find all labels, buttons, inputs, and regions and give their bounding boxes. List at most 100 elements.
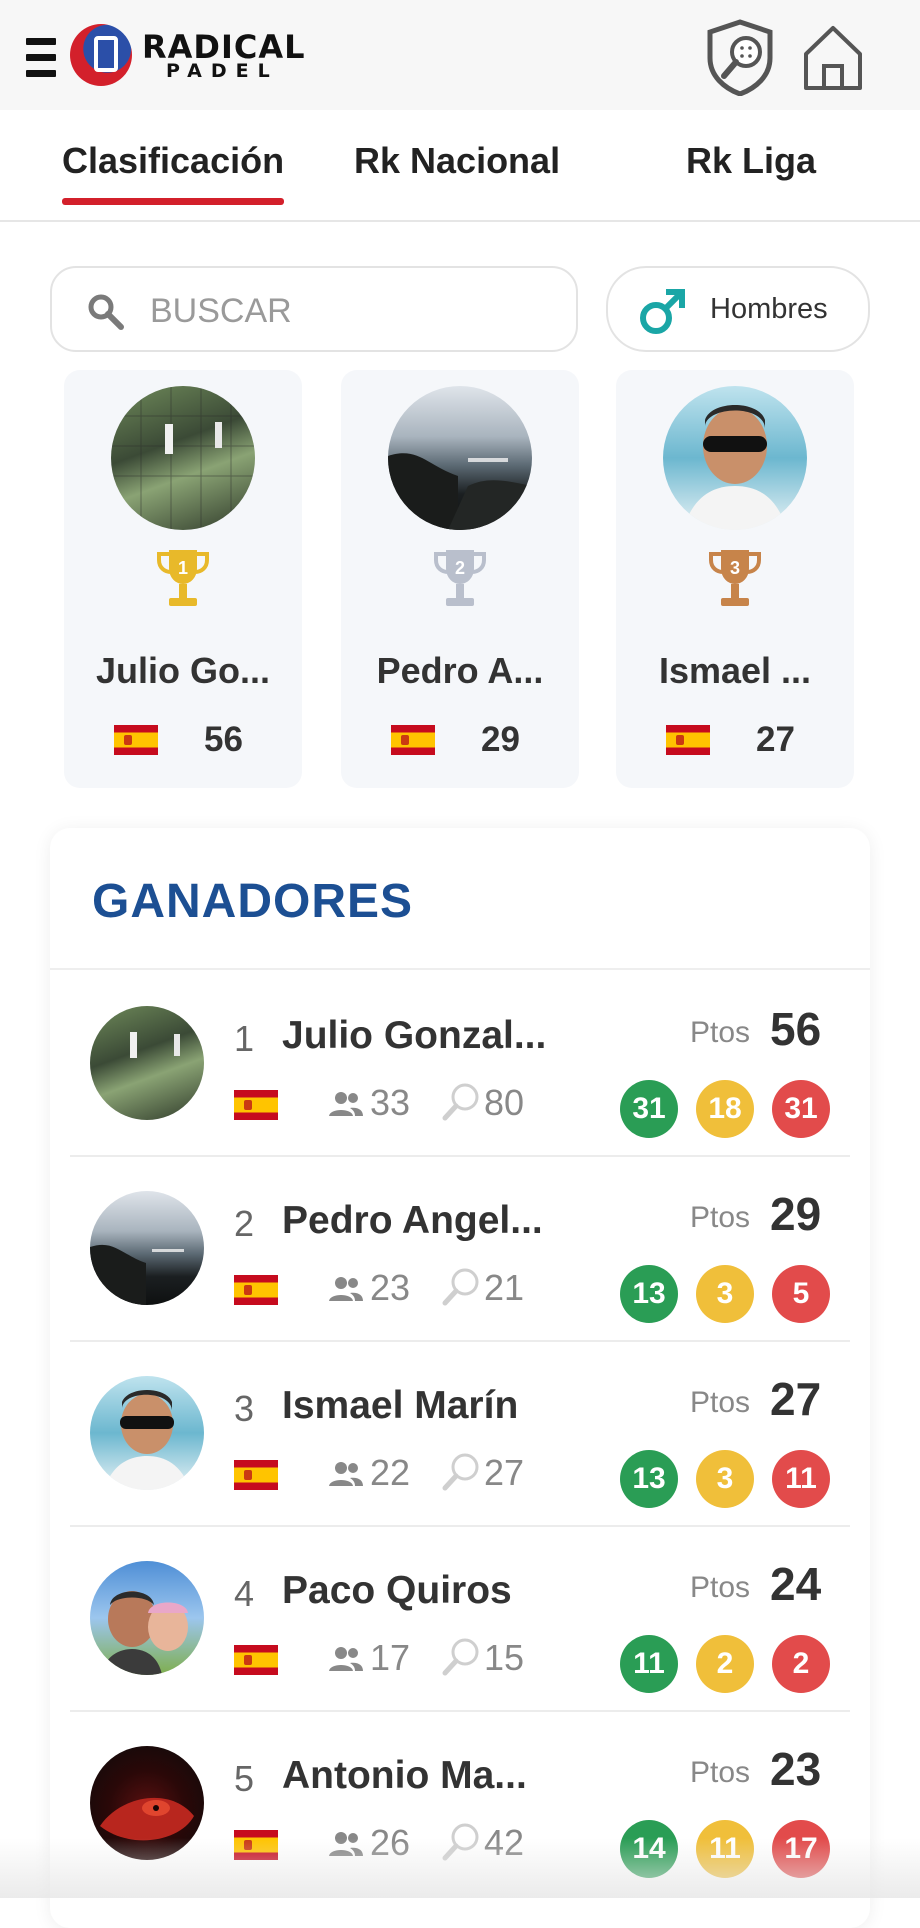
points-label: Ptos [690, 1756, 751, 1789]
home-icon[interactable] [800, 22, 866, 92]
player-name: Pedro Angel... [282, 1199, 543, 1242]
losses-badge: 11 [772, 1450, 830, 1508]
logo-subtitle: PADEL [166, 60, 279, 82]
podium-card-1[interactable]: 1 Julio Go... 56 [64, 370, 302, 788]
tab-rk-liga[interactable]: Rk Liga [686, 140, 816, 182]
people-icon [329, 1277, 363, 1301]
points-label: Ptos [690, 1571, 751, 1604]
search-icon [88, 294, 124, 330]
podium-name: Pedro A... [376, 650, 544, 691]
avatar [388, 386, 532, 530]
people-count: 22 [370, 1452, 411, 1493]
tab-clasificacion[interactable]: Clasificación [62, 140, 285, 205]
ranking-row-3[interactable]: 3 Ismael Marín 22 27 Ptos 27 13 3 11 [70, 1340, 850, 1524]
shield-racket-icon[interactable] [704, 18, 776, 96]
points-label: Ptos [690, 1016, 751, 1049]
people-icon [329, 1462, 363, 1486]
draws-badge: 3 [696, 1265, 754, 1323]
spain-flag-icon [234, 1275, 278, 1305]
people-icon [329, 1647, 363, 1671]
player-name: Antonio Ma... [282, 1754, 527, 1797]
points-value: 27 [770, 1373, 822, 1425]
divider [70, 1710, 850, 1712]
spain-flag-icon [391, 725, 435, 755]
ranking-row-4[interactable]: 4 Paco Quiros 17 15 Ptos 24 11 2 2 [70, 1525, 850, 1709]
menu-icon[interactable] [26, 38, 56, 82]
wins-badge: 31 [620, 1080, 678, 1138]
trophy-gold-icon: 1 [157, 550, 209, 606]
losses-badge: 2 [772, 1635, 830, 1693]
racket-icon [442, 1083, 479, 1121]
racket-icon [442, 1268, 479, 1306]
search-box [50, 266, 578, 352]
avatar [90, 1561, 204, 1675]
rank-number: 5 [234, 1758, 255, 1799]
rank-number: 3 [234, 1388, 255, 1429]
gender-label: Hombres [710, 293, 828, 325]
rank-number: 2 [234, 1203, 255, 1244]
matches-count: 15 [484, 1637, 525, 1678]
avatar [90, 1376, 204, 1490]
player-name: Paco Quiros [282, 1569, 512, 1612]
spain-flag-icon [234, 1460, 278, 1490]
divider [70, 1155, 850, 1157]
spain-flag-icon [114, 725, 158, 755]
people-count: 33 [370, 1082, 411, 1123]
svg-text:3: 3 [730, 558, 740, 578]
ranking-row-2[interactable]: 2 Pedro Angel... 23 21 Ptos 29 13 3 5 [70, 1155, 850, 1339]
avatar [90, 1191, 204, 1305]
podium-points: 56 [204, 720, 243, 759]
player-name: Ismael Marín [282, 1384, 519, 1427]
racket-icon [442, 1638, 479, 1676]
draws-badge: 18 [696, 1080, 754, 1138]
points-label: Ptos [690, 1386, 751, 1419]
points-label: Ptos [690, 1201, 751, 1234]
player-name: Julio Gonzal... [282, 1014, 547, 1057]
matches-count: 27 [484, 1452, 525, 1493]
ranking-row-1[interactable]: 1 Julio Gonzal... 33 80 Ptos 56 31 18 31 [70, 970, 850, 1154]
winners-title: GANADORES [92, 875, 414, 928]
spain-flag-icon [234, 1090, 278, 1120]
points-value: 24 [770, 1558, 822, 1610]
points-value: 29 [770, 1188, 822, 1240]
draws-badge: 3 [696, 1450, 754, 1508]
draws-badge: 2 [696, 1635, 754, 1693]
search-input[interactable] [148, 286, 552, 336]
logo-icon[interactable] [70, 24, 132, 86]
people-count: 23 [370, 1267, 411, 1308]
wins-badge: 11 [620, 1635, 678, 1693]
divider [70, 1525, 850, 1527]
racket-icon [442, 1453, 479, 1491]
spain-flag-icon [234, 1645, 278, 1675]
male-icon [640, 289, 685, 334]
podium-name: Julio Go... [95, 650, 270, 691]
matches-count: 21 [484, 1267, 525, 1308]
matches-count: 80 [484, 1082, 525, 1123]
rank-number: 4 [234, 1573, 255, 1614]
podium-card-2[interactable]: 2 Pedro A... 29 [341, 370, 579, 788]
winners-card: GANADORES 1 Julio Gonzal... 33 80 Ptos 5… [50, 828, 870, 1928]
tab-rk-nacional[interactable]: Rk Nacional [354, 140, 560, 182]
points-value: 56 [770, 1003, 822, 1055]
people-count: 17 [370, 1637, 411, 1678]
trophy-bronze-icon: 3 [709, 550, 761, 606]
spain-flag-icon [666, 725, 710, 755]
svg-text:2: 2 [455, 558, 465, 578]
podium-points: 27 [756, 720, 795, 759]
wins-badge: 13 [620, 1265, 678, 1323]
avatar [663, 386, 807, 530]
svg-text:1: 1 [178, 558, 188, 578]
gender-filter-button[interactable]: Hombres [606, 266, 870, 352]
people-icon [329, 1092, 363, 1116]
app-header: RADICAL PADEL [0, 0, 920, 110]
podium-name: Ismael ... [658, 650, 812, 691]
podium-card-3[interactable]: 3 Ismael ... 27 [616, 370, 854, 788]
wins-badge: 13 [620, 1450, 678, 1508]
losses-badge: 5 [772, 1265, 830, 1323]
rank-number: 1 [234, 1018, 255, 1059]
avatar [111, 386, 255, 530]
tab-bar: Clasificación Rk Nacional Rk Liga [0, 110, 920, 222]
points-value: 23 [770, 1743, 822, 1795]
bottom-fade [0, 1838, 920, 1898]
trophy-silver-icon: 2 [434, 550, 486, 606]
